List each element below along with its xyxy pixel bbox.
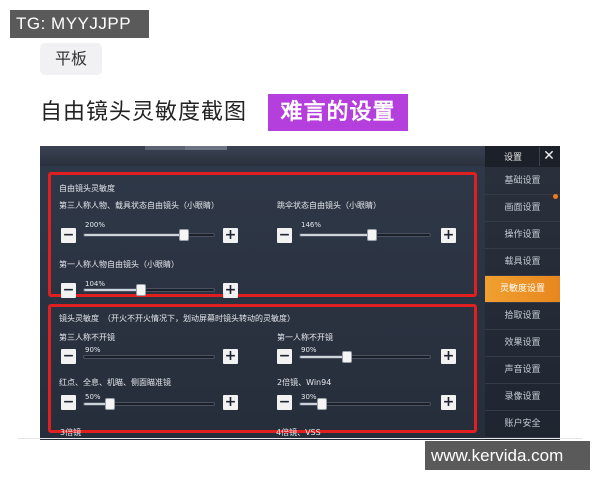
decrease-button[interactable]: −	[61, 283, 76, 298]
decrease-button[interactable]: −	[277, 228, 292, 243]
decrease-button[interactable]: −	[61, 228, 76, 243]
sensitivity-slider[interactable]	[83, 229, 215, 241]
sensitivity-slider[interactable]	[83, 398, 215, 410]
tab-marker	[145, 146, 185, 150]
slider-label: 第三人称不开镜	[59, 333, 115, 342]
highlight-label: 难言的设置	[268, 94, 408, 131]
sidebar-item-account[interactable]: 账户安全	[485, 411, 560, 438]
slider-knob[interactable]	[341, 351, 352, 363]
increase-button[interactable]: +	[223, 283, 238, 298]
slider-knob[interactable]	[105, 398, 115, 410]
slider-label: 4倍镜、VSS	[276, 428, 321, 437]
divider	[18, 438, 582, 439]
sidebar-item-basic[interactable]: 基础设置	[485, 168, 560, 195]
settings-panel: 自由镜头灵敏度 第三人称人物、载具状态自由镜头（小眼睛） 200% − + 跳伞…	[40, 166, 485, 440]
notification-dot	[553, 194, 558, 199]
slider-value: 104%	[85, 280, 106, 288]
slider-label: 3倍镜	[60, 428, 82, 437]
sensitivity-slider[interactable]	[299, 351, 431, 363]
top-tab-strip	[40, 146, 485, 166]
increase-button[interactable]: +	[441, 349, 456, 364]
section-title: 自由镜头灵敏度	[59, 184, 115, 193]
sensitivity-slider[interactable]	[83, 284, 215, 296]
slider-knob[interactable]	[366, 229, 377, 241]
slider-value: 90%	[301, 346, 317, 354]
decrease-button[interactable]: −	[277, 349, 292, 364]
watermark-bottom: www.kervida.com	[425, 441, 590, 470]
sidebar-item-graphics[interactable]: 画面设置	[485, 195, 560, 222]
slider-value: 146%	[301, 221, 322, 229]
sensitivity-slider[interactable]	[299, 398, 431, 410]
slider-knob[interactable]	[317, 398, 328, 410]
slider-label: 跳伞状态自由镜头（小眼睛）	[277, 201, 381, 210]
free-look-section: 自由镜头灵敏度 第三人称人物、载具状态自由镜头（小眼睛） 200% − + 跳伞…	[48, 172, 477, 298]
sidebar-item-pickup[interactable]: 拾取设置	[485, 303, 560, 330]
sidebar-title: 设置	[504, 153, 523, 163]
slider-knob[interactable]	[136, 284, 147, 296]
decrease-button[interactable]: −	[277, 395, 292, 410]
increase-button[interactable]: +	[441, 228, 456, 243]
slider-label: 2倍镜、Win94	[277, 378, 332, 387]
increase-button[interactable]: +	[223, 395, 238, 410]
slider-label: 第一人称人物自由镜头（小眼睛）	[59, 260, 179, 269]
sidebar-header: 设置 ✕	[485, 146, 560, 167]
increase-button[interactable]: +	[223, 349, 238, 364]
decrease-button[interactable]: −	[61, 395, 76, 410]
sidebar-item-effects[interactable]: 效果设置	[485, 330, 560, 357]
slider-value: 200%	[85, 221, 106, 229]
sidebar-item-sound[interactable]: 声音设置	[485, 357, 560, 384]
section-title: 镜头灵敏度 （开火不开火情况下，划动屏幕时镜头转动的灵敏度）	[59, 314, 295, 323]
decrease-button[interactable]: −	[61, 349, 76, 364]
sensitivity-slider[interactable]	[83, 355, 215, 359]
slider-label: 第三人称人物、载具状态自由镜头（小眼睛）	[59, 201, 219, 210]
sidebar-item-sensitivity[interactable]: 灵敏度设置	[485, 276, 560, 303]
settings-sidebar: 设置 ✕ 基础设置 画面设置 操作设置 载具设置 灵敏度设置 拾取设置 效果设置…	[485, 146, 560, 440]
slider-label: 红点、全息、机瞄、侧面瞄准镜	[59, 378, 171, 387]
tab-marker	[185, 146, 227, 150]
increase-button[interactable]: +	[223, 228, 238, 243]
watermark-top: TG: MYYJJPP	[10, 10, 149, 38]
sidebar-item-controls[interactable]: 操作设置	[485, 222, 560, 249]
game-settings-screenshot: 自由镜头灵敏度 第三人称人物、载具状态自由镜头（小眼睛） 200% − + 跳伞…	[40, 146, 560, 440]
slider-label: 第一人称不开镜	[277, 333, 333, 342]
slider-value: 30%	[301, 393, 317, 401]
sensitivity-slider[interactable]	[299, 229, 431, 241]
close-icon[interactable]: ✕	[539, 147, 558, 166]
slider-value: 90%	[85, 346, 101, 354]
sidebar-item-vehicle[interactable]: 载具设置	[485, 249, 560, 276]
increase-button[interactable]: +	[441, 395, 456, 410]
slider-knob[interactable]	[179, 229, 190, 241]
headline: 自由镜头灵敏度截图	[40, 100, 248, 125]
sidebar-item-recording[interactable]: 录像设置	[485, 384, 560, 411]
camera-sensitivity-section: 镜头灵敏度 （开火不开火情况下，划动屏幕时镜头转动的灵敏度） 第三人称不开镜 9…	[48, 304, 477, 433]
tag-pill[interactable]: 平板	[40, 43, 102, 75]
slider-value: 50%	[85, 393, 101, 401]
